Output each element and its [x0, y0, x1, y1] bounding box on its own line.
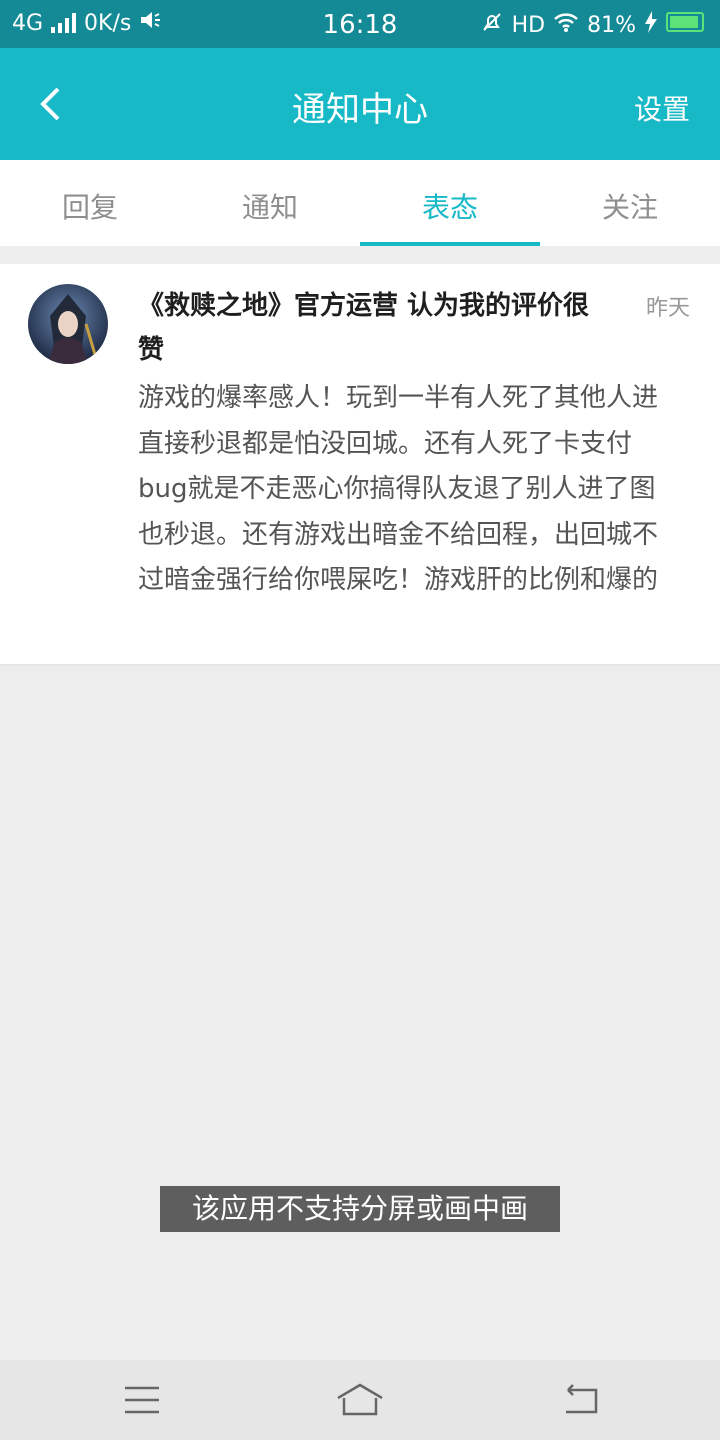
hd-label: HD [511, 12, 546, 38]
notification-body: 游戏的爆率感人！玩到一半有人死了其他人进直接秒退都是怕没回城。还有人死了卡支付b… [138, 383, 659, 595]
return-icon [566, 1384, 598, 1414]
system-nav-bar [0, 1360, 720, 1440]
home-icon [337, 1383, 383, 1416]
notification-list: 《救赎之地》官方运营 认为我的评价很赞 昨天 游戏的爆率感人！玩到一半有人死了其… [0, 264, 720, 666]
tab-reaction[interactable]: 表态 [360, 160, 540, 246]
home-button[interactable] [336, 1382, 384, 1418]
status-bar: 4G 0K/s 16:18 HD 81% [0, 0, 720, 48]
notification-title: 《救赎之地》官方运营 认为我的评价很赞 [138, 291, 590, 365]
notification-time: 昨天 [645, 296, 690, 321]
toast-message: 该应用不支持分屏或画中画 [160, 1186, 560, 1232]
charging-icon [644, 11, 658, 39]
wifi-icon [553, 11, 579, 39]
back-nav-button[interactable] [560, 1382, 600, 1418]
status-right: HD 81% [480, 10, 706, 40]
menu-button[interactable] [122, 1382, 162, 1418]
tab-bar: 回复 通知 表态 关注 [0, 160, 720, 246]
battery-level: 81% [587, 12, 636, 38]
tab-notice[interactable]: 通知 [180, 160, 360, 246]
list-item[interactable]: 《救赎之地》官方运营 认为我的评价很赞 昨天 游戏的爆率感人！玩到一半有人死了其… [0, 264, 720, 666]
tab-follow[interactable]: 关注 [540, 160, 720, 246]
menu-icon [125, 1386, 159, 1414]
page-title: 通知中心 [292, 90, 428, 130]
app-bar: 通知中心 设置 [0, 48, 720, 160]
mute-bell-icon [480, 10, 504, 40]
avatar[interactable] [28, 284, 108, 364]
battery-icon [666, 12, 706, 38]
settings-button[interactable]: 设置 [634, 88, 690, 128]
tab-reply[interactable]: 回复 [0, 160, 180, 246]
